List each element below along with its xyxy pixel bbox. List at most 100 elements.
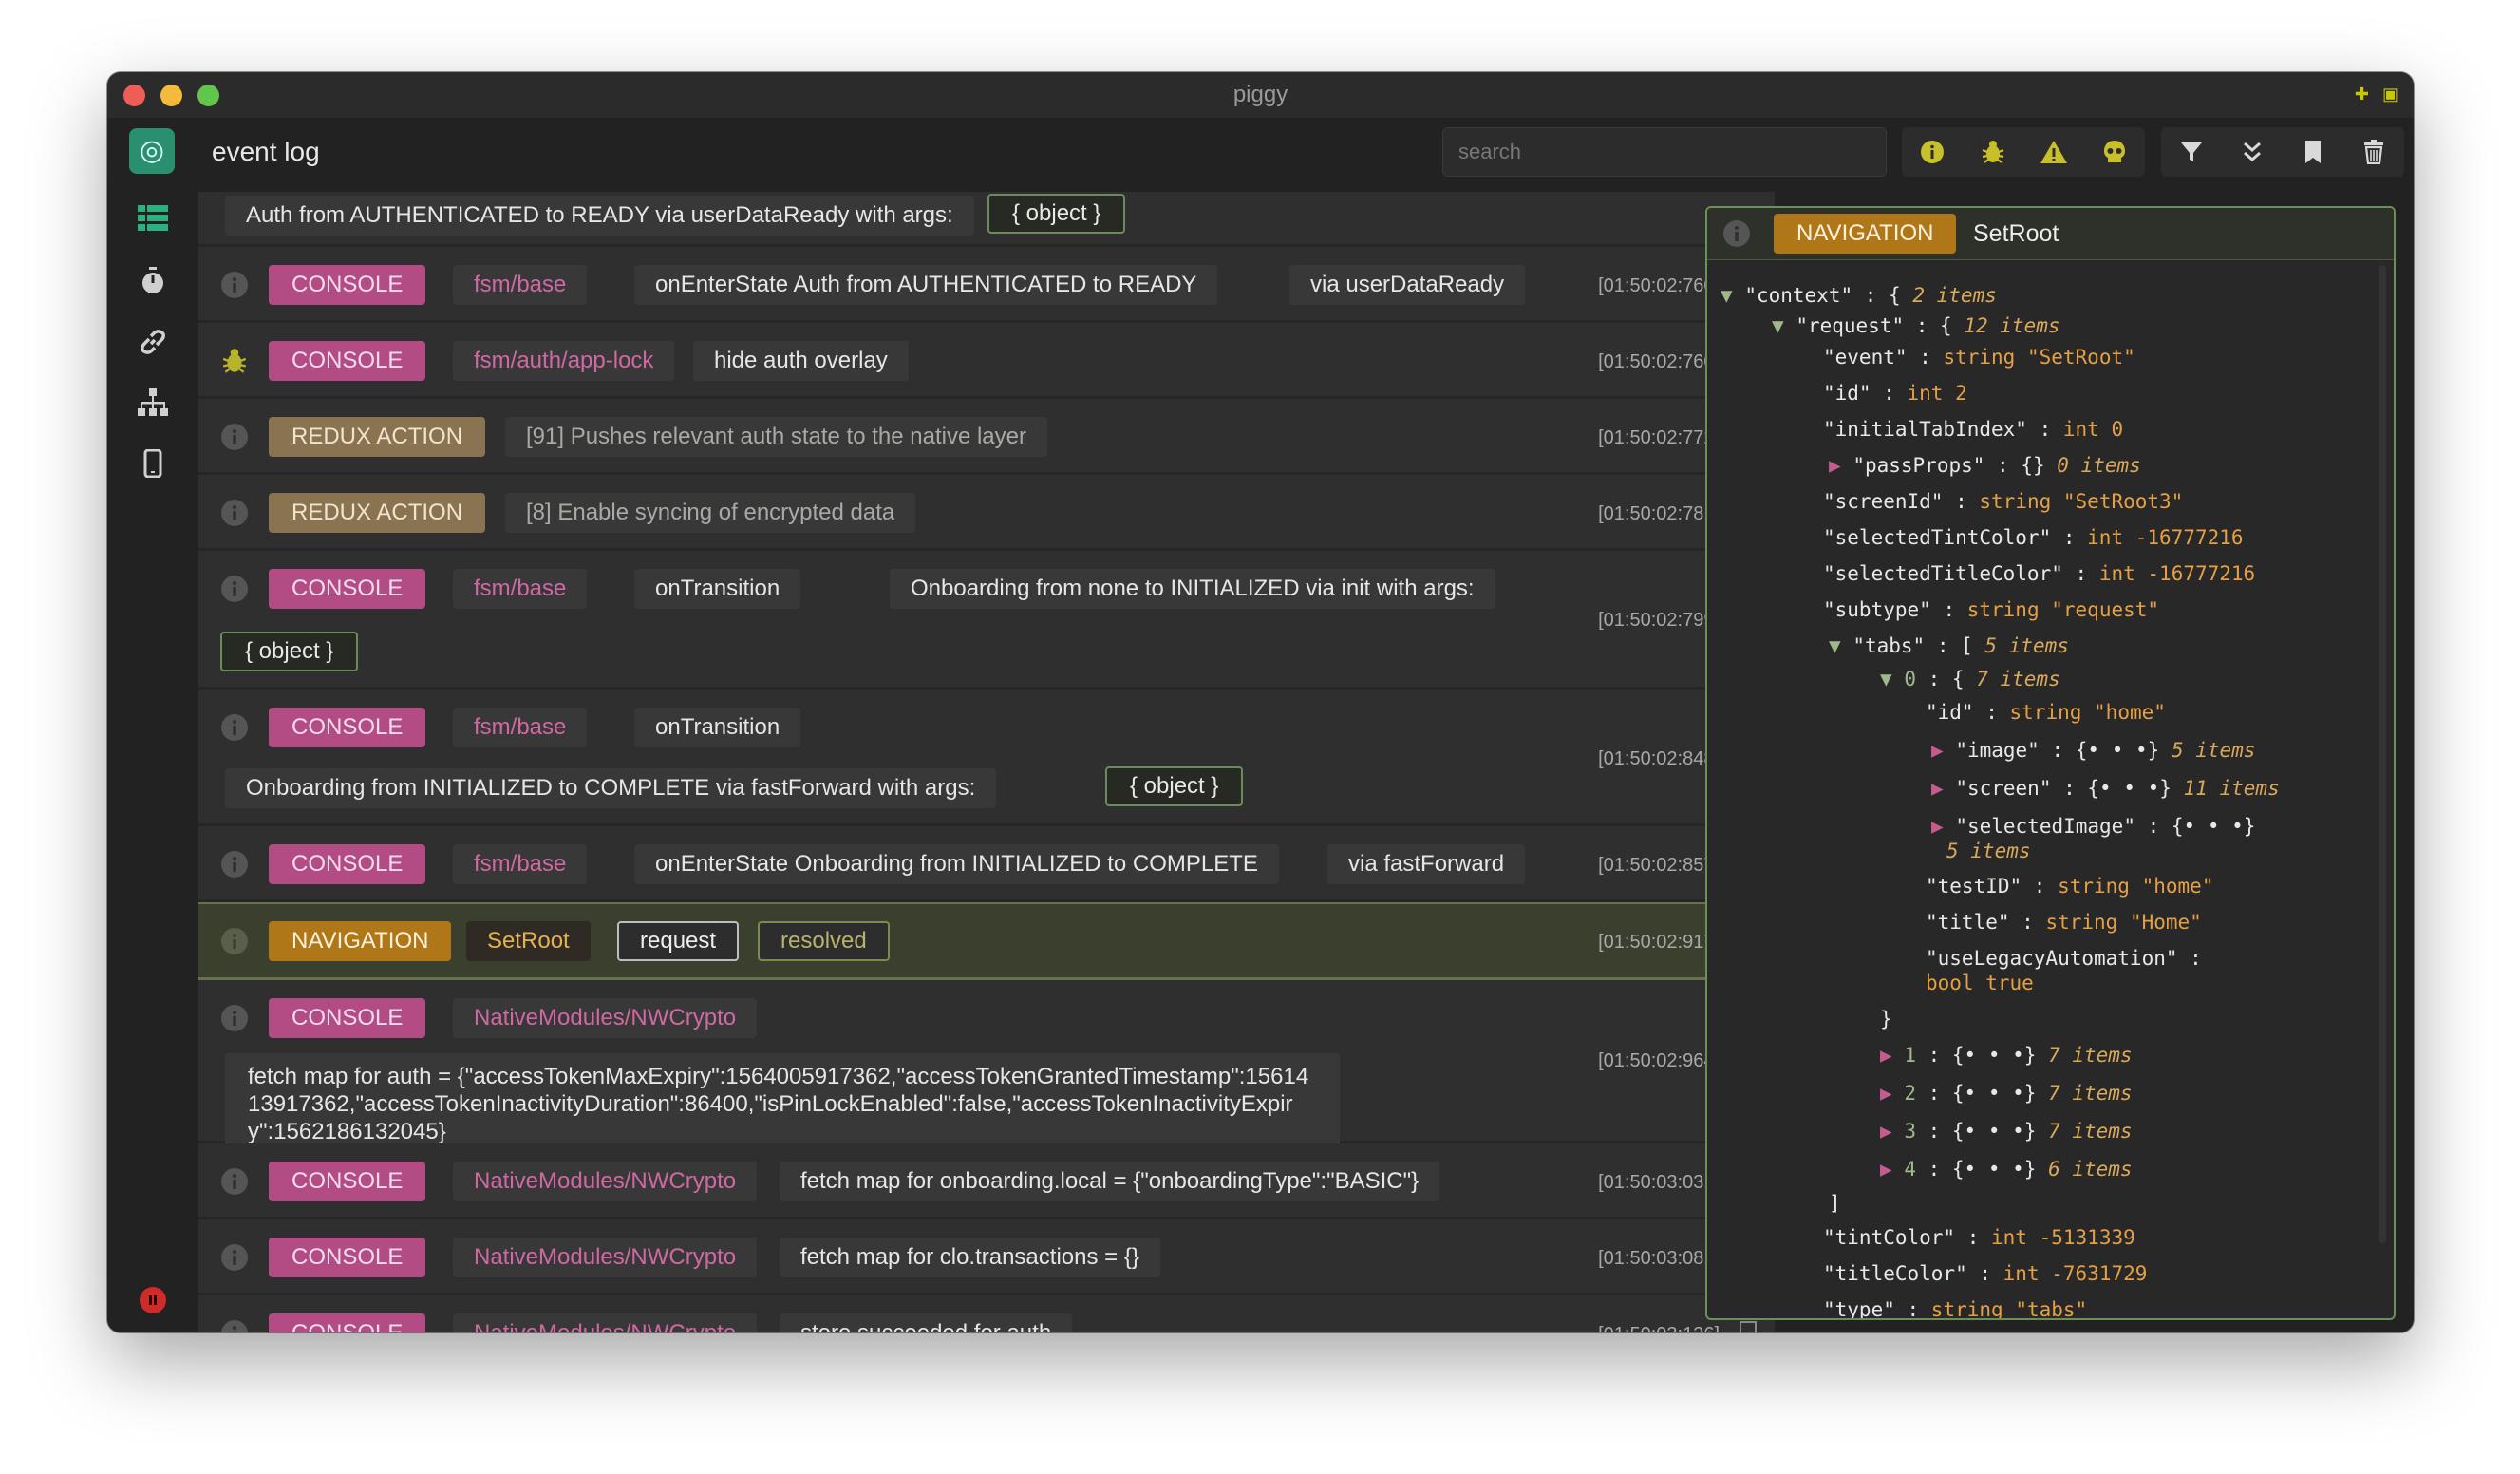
type-badge: CONSOLE — [269, 569, 426, 609]
log-row[interactable]: CONSOLE NativeModules/NWCrypto fetch map… — [198, 980, 1775, 1155]
log-row[interactable]: CONSOLE fsm/base onEnterState Onboarding… — [198, 826, 1775, 902]
log-row[interactable]: REDUX ACTION [91] Pushes relevant auth s… — [198, 399, 1775, 475]
tree-node[interactable]: ▶ "selectedImage" : {• • •} — [1931, 815, 2255, 838]
window-title: piggy — [1232, 82, 1288, 107]
bookmark-icon[interactable] — [2283, 127, 2343, 177]
collapsed-arrow-icon[interactable]: ▶ — [1931, 815, 1944, 838]
type-badge: CONSOLE — [269, 708, 426, 747]
log-row[interactable]: REDUX ACTION [8] Enable syncing of encry… — [198, 475, 1775, 551]
collapse-icon[interactable] — [2222, 127, 2283, 177]
tree-node[interactable]: ▼ 0 : { 7 items — [1880, 668, 2060, 690]
tree-node[interactable]: ▶ 3 : {• • •} 7 items — [1880, 1120, 2133, 1143]
tree-node[interactable]: ▶ 1 : {• • •} 7 items — [1880, 1044, 2133, 1067]
search-input[interactable] — [1442, 127, 1887, 177]
action-group — [2161, 127, 2404, 177]
object-button[interactable]: { object } — [220, 632, 359, 671]
tree-node[interactable]: ▶ "screen" : {• • •} 11 items — [1931, 777, 2280, 800]
tree-node[interactable]: ▶ 4 : {• • •} 6 items — [1880, 1158, 2133, 1181]
object-button[interactable]: { object } — [1105, 766, 1244, 806]
detail-scrollbar[interactable] — [2379, 265, 2386, 1243]
collapsed-arrow-icon[interactable]: ▶ — [1931, 739, 1944, 762]
log-row[interactable]: CONSOLE fsm/auth/app-lock hide auth over… — [198, 323, 1775, 399]
tree-node[interactable]: ▶ "passProps" : {} 0 items — [1829, 454, 2141, 477]
expanded-arrow-icon[interactable]: ▼ — [1721, 284, 1733, 307]
tag-chip: fsm/base — [453, 265, 588, 305]
info-icon — [1722, 219, 1751, 253]
link-icon[interactable] — [130, 319, 176, 365]
filter-icon[interactable] — [2161, 127, 2222, 177]
log-message: via fastForward — [1327, 844, 1526, 884]
bug-icon[interactable] — [1963, 127, 2023, 177]
log-message: hide auth overlay — [693, 341, 909, 381]
tree-leaf: "screenId" : string "SetRoot3" — [1823, 490, 2184, 513]
tree-node[interactable]: ▼ "context" : { 2 items — [1721, 284, 1997, 307]
log-row[interactable]: CONSOLE NativeModules/NWCrypto fetch map… — [198, 1143, 1775, 1219]
type-badge: NAVIGATION — [269, 921, 452, 961]
timestamp: [01:50:02:772] — [1598, 427, 1720, 448]
expanded-arrow-icon[interactable]: ▼ — [1829, 634, 1841, 657]
tag-chip: SetRoot — [466, 921, 591, 961]
collapsed-arrow-icon[interactable]: ▶ — [1829, 454, 1841, 477]
log-message: fetch map for onboarding.local = {"onboa… — [780, 1162, 1440, 1201]
timestamp: [01:50:02:848] — [1598, 748, 1720, 769]
log-row[interactable]: CONSOLE fsm/base onEnterState Auth from … — [198, 247, 1775, 323]
log-message: [8] Enable syncing of encrypted data — [505, 493, 916, 533]
timestamp: [01:50:02:781] — [1598, 503, 1720, 524]
log-message: Onboarding from INITIALIZED to COMPLETE … — [225, 768, 997, 808]
tree-leaf: "useLegacyAutomation" : — [1926, 947, 2202, 970]
skull-icon[interactable] — [2084, 127, 2145, 177]
tree-leaf: "event" : string "SetRoot" — [1823, 346, 2135, 368]
tree-leaf: "selectedTintColor" : int -16777216 — [1823, 526, 2244, 549]
trash-icon[interactable] — [2343, 127, 2404, 177]
bug-icon — [220, 347, 249, 375]
log-row[interactable]: CONSOLE fsm/base onTransition Onboarding… — [198, 690, 1775, 826]
info-icon — [220, 1319, 249, 1332]
info-icon — [220, 1004, 249, 1032]
timestamp: [01:50:03:081] — [1598, 1248, 1720, 1269]
bookmark-icon[interactable] — [1739, 1321, 1758, 1332]
type-badge: CONSOLE — [269, 1238, 426, 1277]
tag-chip: NativeModules/NWCrypto — [453, 1162, 758, 1201]
collapsed-arrow-icon[interactable]: ▶ — [1880, 1120, 1892, 1143]
collapsed-arrow-icon[interactable]: ▶ — [1880, 1082, 1892, 1105]
type-badge: CONSOLE — [269, 998, 426, 1038]
device-icon[interactable] — [130, 441, 176, 486]
log-row[interactable]: CONSOLE fsm/base onTransition Onboarding… — [198, 551, 1775, 690]
expanded-arrow-icon[interactable]: ▼ — [1880, 668, 1892, 690]
tree-node[interactable]: ▼ "request" : { 12 items — [1772, 314, 2060, 337]
tree-leaf: "selectedTitleColor" : int -16777216 — [1823, 562, 2256, 585]
tree-node[interactable]: ▶ 2 : {• • •} 7 items — [1880, 1082, 2133, 1105]
tag-chip: fsm/auth/app-lock — [453, 341, 675, 381]
record-button[interactable] — [140, 1287, 166, 1313]
list-icon[interactable] — [130, 196, 176, 241]
timestamp: [01:50:02:799] — [1598, 610, 1720, 631]
warning-icon[interactable] — [2023, 127, 2084, 177]
info-icon[interactable] — [1902, 127, 1963, 177]
level-filter-group — [1902, 127, 2145, 177]
tree-icon[interactable] — [130, 380, 176, 425]
collapsed-arrow-icon[interactable]: ▶ — [1880, 1158, 1892, 1181]
collapsed-arrow-icon[interactable]: ▶ — [1880, 1044, 1892, 1067]
expanded-arrow-icon[interactable]: ▼ — [1772, 314, 1784, 337]
status-chip: resolved — [758, 921, 890, 961]
timer-icon[interactable] — [130, 258, 176, 304]
collapsed-arrow-icon[interactable]: ▶ — [1931, 777, 1944, 800]
detail-panel: NAVIGATION SetRoot ▼ "context" : { 2 ite… — [1705, 206, 2396, 1320]
log-row[interactable]: Auth from AUTHENTICATED to READY via use… — [198, 192, 1775, 247]
log-row-selected[interactable]: NAVIGATION SetRoot request resolved [01:… — [198, 902, 1775, 980]
log-row[interactable]: CONSOLE NativeModules/NWCrypto store suc… — [198, 1295, 1775, 1332]
window-icon[interactable]: ▣ — [2382, 85, 2398, 104]
tag-chip: fsm/base — [453, 844, 588, 884]
tree-node[interactable]: ▶ "image" : {• • •} 5 items — [1931, 739, 2255, 762]
tree-leaf: "id" : string "home" — [1926, 701, 2166, 724]
page-title: event log — [212, 137, 320, 166]
tree-node[interactable]: ▼ "tabs" : [ 5 items — [1829, 634, 2069, 657]
object-button[interactable]: { object } — [987, 194, 1126, 234]
log-message: onEnterState Auth from AUTHENTICATED to … — [634, 265, 1218, 305]
type-badge: REDUX ACTION — [269, 493, 486, 533]
tree-close-brace: } — [1880, 1008, 1892, 1030]
info-icon — [220, 575, 249, 603]
plugin-icon[interactable]: ✚ — [2355, 85, 2369, 104]
log-row[interactable]: CONSOLE NativeModules/NWCrypto fetch map… — [198, 1219, 1775, 1295]
type-badge: CONSOLE — [269, 341, 426, 381]
